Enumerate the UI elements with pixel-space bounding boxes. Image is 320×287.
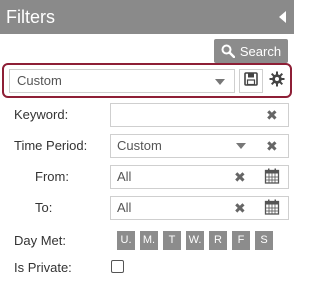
- day-toggle-wednesday[interactable]: W.: [186, 231, 204, 250]
- chevron-left-icon[interactable]: [279, 11, 286, 23]
- preset-select[interactable]: Custom: [9, 69, 235, 93]
- from-label: From:: [35, 169, 69, 184]
- search-icon: [221, 44, 235, 58]
- is-private-label: Is Private:: [14, 260, 72, 275]
- search-button[interactable]: Search: [214, 39, 288, 63]
- time-period-select[interactable]: Custom: [110, 134, 289, 158]
- preset-selected-value: Custom: [17, 73, 62, 88]
- from-date-input[interactable]: All: [110, 165, 289, 189]
- to-date-input[interactable]: All: [110, 196, 289, 220]
- calendar-icon[interactable]: [264, 199, 280, 220]
- keyword-label: Keyword:: [14, 107, 69, 122]
- from-date-value: All: [117, 169, 132, 184]
- day-met-label: Day Met:: [14, 233, 67, 248]
- gear-icon: [269, 71, 285, 92]
- day-toggle-monday[interactable]: M.: [140, 231, 158, 250]
- day-toggle-thursday[interactable]: R: [209, 231, 227, 250]
- search-button-label: Search: [239, 43, 282, 59]
- clear-time-period-icon[interactable]: ✖: [266, 139, 278, 153]
- preset-settings-button[interactable]: [266, 69, 288, 93]
- preset-selector-group: Custom: [2, 63, 292, 98]
- day-toggle-tuesday[interactable]: T: [163, 231, 181, 250]
- to-label: To:: [35, 200, 53, 215]
- filters-title: Filters: [6, 7, 55, 27]
- keyword-input[interactable]: [110, 103, 289, 127]
- filters-header: Filters: [0, 0, 294, 34]
- chevron-down-icon: [215, 79, 225, 85]
- to-date-value: All: [117, 200, 132, 215]
- save-icon: [244, 71, 258, 91]
- day-toggle-friday[interactable]: F: [232, 231, 250, 250]
- is-private-checkbox[interactable]: [111, 260, 124, 273]
- day-toggle-saturday[interactable]: S: [255, 231, 273, 250]
- time-period-selected-value: Custom: [117, 138, 162, 153]
- calendar-icon[interactable]: [264, 168, 280, 189]
- clear-to-date-icon[interactable]: ✖: [234, 201, 246, 215]
- clear-keyword-icon[interactable]: ✖: [266, 108, 278, 122]
- clear-from-date-icon[interactable]: ✖: [234, 170, 246, 184]
- time-period-label: Time Period:: [14, 138, 88, 153]
- chevron-down-icon: [236, 143, 246, 149]
- save-preset-button[interactable]: [239, 69, 263, 93]
- day-toggle-sunday[interactable]: U.: [117, 231, 135, 250]
